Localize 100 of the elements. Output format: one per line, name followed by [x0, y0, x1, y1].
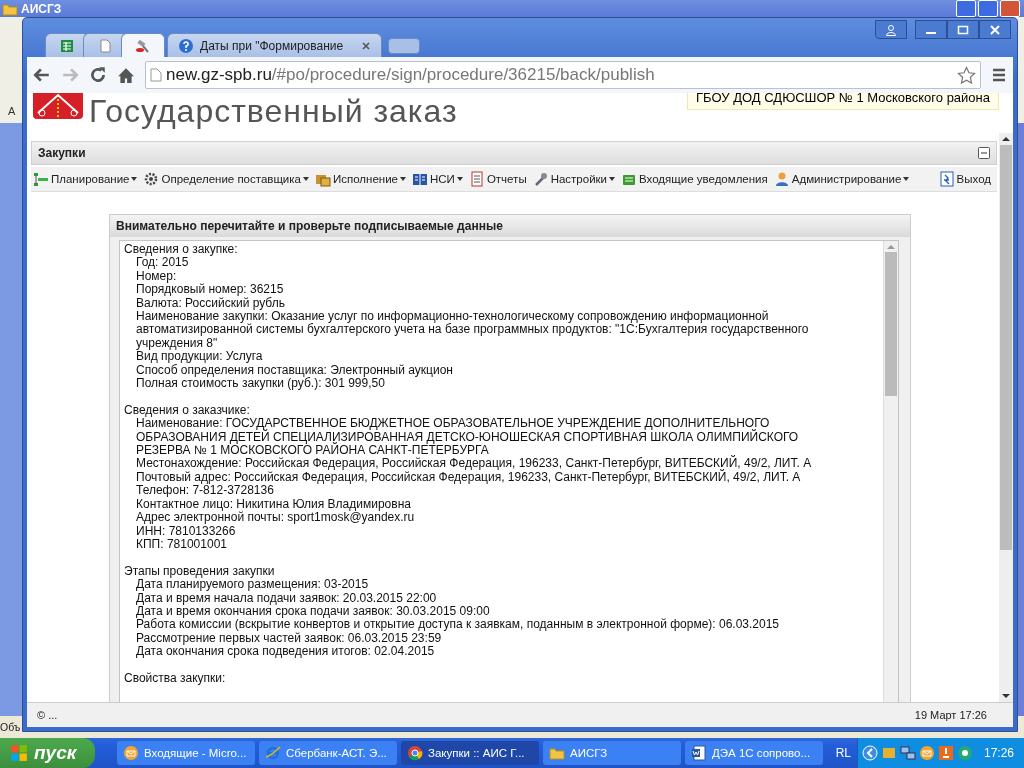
menu-item[interactable]: Отчеты	[468, 171, 527, 187]
menu-item[interactable]: Администрирование	[773, 171, 910, 187]
section-heading: Сведения о закупке:	[124, 243, 239, 257]
star-icon[interactable]	[957, 65, 976, 85]
windows-logo-icon	[10, 744, 28, 762]
browser-tab[interactable]: Даты при "Формирование	[167, 33, 382, 57]
caret-icon	[609, 177, 616, 181]
data-line: Порядковый номер: 36215	[135, 283, 285, 297]
data-line: Контактное лицо: Никитина Юлия Владимировна	[135, 497, 412, 511]
data-line: Номер:	[135, 269, 178, 283]
exit-button[interactable]: Выход	[938, 171, 991, 187]
data-line: Рассмотрение первых частей заявок: 06.03.2015 23:59	[135, 631, 442, 646]
close-button[interactable]	[979, 20, 1011, 39]
status-text: Объ	[0, 721, 21, 733]
menu-item[interactable]: НСИ	[412, 171, 463, 187]
taskbar-button[interactable]: Входящие - Micro...	[117, 741, 255, 765]
data-line: Дата и время окончания срока подачи заявок: 30.03.2015 09:00	[135, 604, 491, 619]
section-heading: Сведения о заказчике:	[124, 403, 251, 418]
mail-icon[interactable]	[918, 745, 935, 761]
close-icon[interactable]	[361, 40, 371, 51]
menu-item[interactable]: Планирование	[33, 171, 138, 187]
data-line: Дата планируемого размещения: 03-2015	[135, 578, 370, 592]
caret-icon	[303, 177, 309, 181]
caret-icon	[903, 177, 910, 181]
minimize-icon	[926, 31, 936, 34]
globe-icon	[265, 745, 281, 761]
browser-icon	[407, 745, 423, 761]
profile-button[interactable]	[875, 20, 907, 39]
page-scrollbar[interactable]	[999, 133, 1013, 702]
document-icon	[691, 745, 707, 761]
address-field[interactable]: new.gz-spb.ru/#po/procedure/sign/procedure/36215/back/publish	[145, 61, 981, 89]
maximize-icon	[957, 23, 969, 36]
page-icon	[97, 37, 113, 54]
sheet-icon	[59, 37, 75, 54]
data-line: Телефон: 7-812-3728136	[135, 484, 275, 498]
menu-item[interactable]: Входящие уведомления	[621, 171, 768, 187]
panel-title: Закупки	[38, 146, 86, 160]
close-icon	[989, 23, 1001, 36]
caret-icon	[131, 177, 138, 181]
clock: 17:26	[983, 746, 1014, 760]
collapse-icon[interactable]	[978, 147, 990, 159]
maximize-button[interactable]	[947, 20, 979, 39]
data-line: Дата и время начала подачи заявок: 20.03.2015 22:00	[135, 591, 438, 605]
taskbar-button[interactable]: Закупки :: АИС Г...	[401, 741, 539, 765]
browser-tab[interactable]	[121, 33, 165, 57]
network-icon[interactable]	[899, 745, 916, 761]
mail-icon	[123, 745, 139, 761]
data-line: ИНН: 7810133266	[135, 524, 236, 538]
document-icon	[468, 171, 485, 187]
folder-icon	[549, 745, 565, 761]
minimize-button[interactable]	[915, 20, 947, 39]
gear-icon	[143, 171, 160, 187]
data-line: Полная стоимость закупки (руб.): 301 999,50	[135, 377, 385, 391]
scrollbar[interactable]	[883, 241, 898, 702]
restore-button[interactable]	[978, 0, 998, 17]
home-icon[interactable]	[117, 66, 135, 84]
menu-item[interactable]: Настройки	[532, 171, 616, 187]
page-icon	[150, 68, 162, 82]
data-line: Работа комиссии (вскрытие конвертов и открытие доступа к заявкам, поданным в электронной форме): 06.03.2015	[135, 618, 781, 632]
toolbar-label: А	[8, 105, 16, 117]
taskbar-button[interactable]: ДЭА 1С сопрово...	[685, 741, 823, 765]
disc-icon[interactable]	[956, 745, 973, 761]
data-line: Год: 2015	[136, 256, 190, 270]
copyright-text: © ...	[37, 709, 58, 721]
caret-icon	[400, 177, 406, 181]
data-line: КПП: 781001001	[135, 537, 228, 552]
help-icon	[178, 37, 194, 54]
reload-icon[interactable]	[89, 66, 107, 84]
data-line: Почтовый адрес: Российская Федерация, Российская Федерация, 196233, Санкт-Петербург, ВИТЕБСКИЙ, 49/2, ЛИТ. А	[135, 470, 802, 485]
taskbar-button[interactable]: АИСГЗ	[543, 741, 681, 765]
java-icon[interactable]	[937, 745, 954, 761]
section-heading: Этапы проведения закупки	[124, 564, 276, 579]
data-line: Способ определения поставщика: Электронный аукцион	[135, 363, 454, 378]
person-icon	[773, 171, 790, 187]
scroll-down-icon[interactable]	[1002, 694, 1010, 698]
expand-icon[interactable]	[861, 745, 878, 761]
person-icon	[885, 23, 897, 36]
gavel-icon	[135, 37, 151, 54]
book-icon	[412, 171, 428, 187]
caret-icon	[456, 177, 463, 181]
menu-icon[interactable]	[991, 67, 1007, 83]
language-indicator[interactable]: RL	[835, 746, 857, 760]
taskbar-button[interactable]: Сбербанк-АСТ. Э...	[259, 741, 397, 765]
data-line: Дата окончания срока подведения итогов: 02.04.2015	[135, 645, 436, 659]
date-time: 19 Март 17:26	[914, 709, 987, 721]
exit-icon	[938, 171, 955, 187]
dialog-title: Внимательно перечитайте и проверьте подписываемые данные	[110, 215, 910, 237]
data-line: Наименование закупки: Оказание услуг по информационно-технологическому сопровождению информационной автоматизированной системы бухгалтерского учета на базе программных продуктов: "1С:Бухгалтерия государственного учреждения 8"	[135, 310, 810, 351]
menu-item[interactable]: Определение поставщика	[143, 171, 309, 187]
data-line: Вид продукции: Услуга	[135, 350, 264, 364]
data-line: Адрес электронной почты: sport1mosk@yandex.ru	[135, 511, 416, 525]
list-icon	[33, 171, 49, 187]
organization-badge: ГБОУ ДОД СДЮСШОР № 1 Московского района	[687, 93, 999, 110]
menu-item[interactable]: Исполнение	[315, 171, 406, 187]
back-icon[interactable]	[33, 66, 51, 84]
site-title: Государственный заказ	[89, 93, 458, 129]
window-title: АИСГЗ	[21, 1, 62, 16]
scroll-up-icon[interactable]	[1002, 137, 1010, 141]
section-heading: Свойства закупки:	[124, 671, 227, 686]
data-line: Валюта: Российский рубль	[135, 296, 286, 311]
